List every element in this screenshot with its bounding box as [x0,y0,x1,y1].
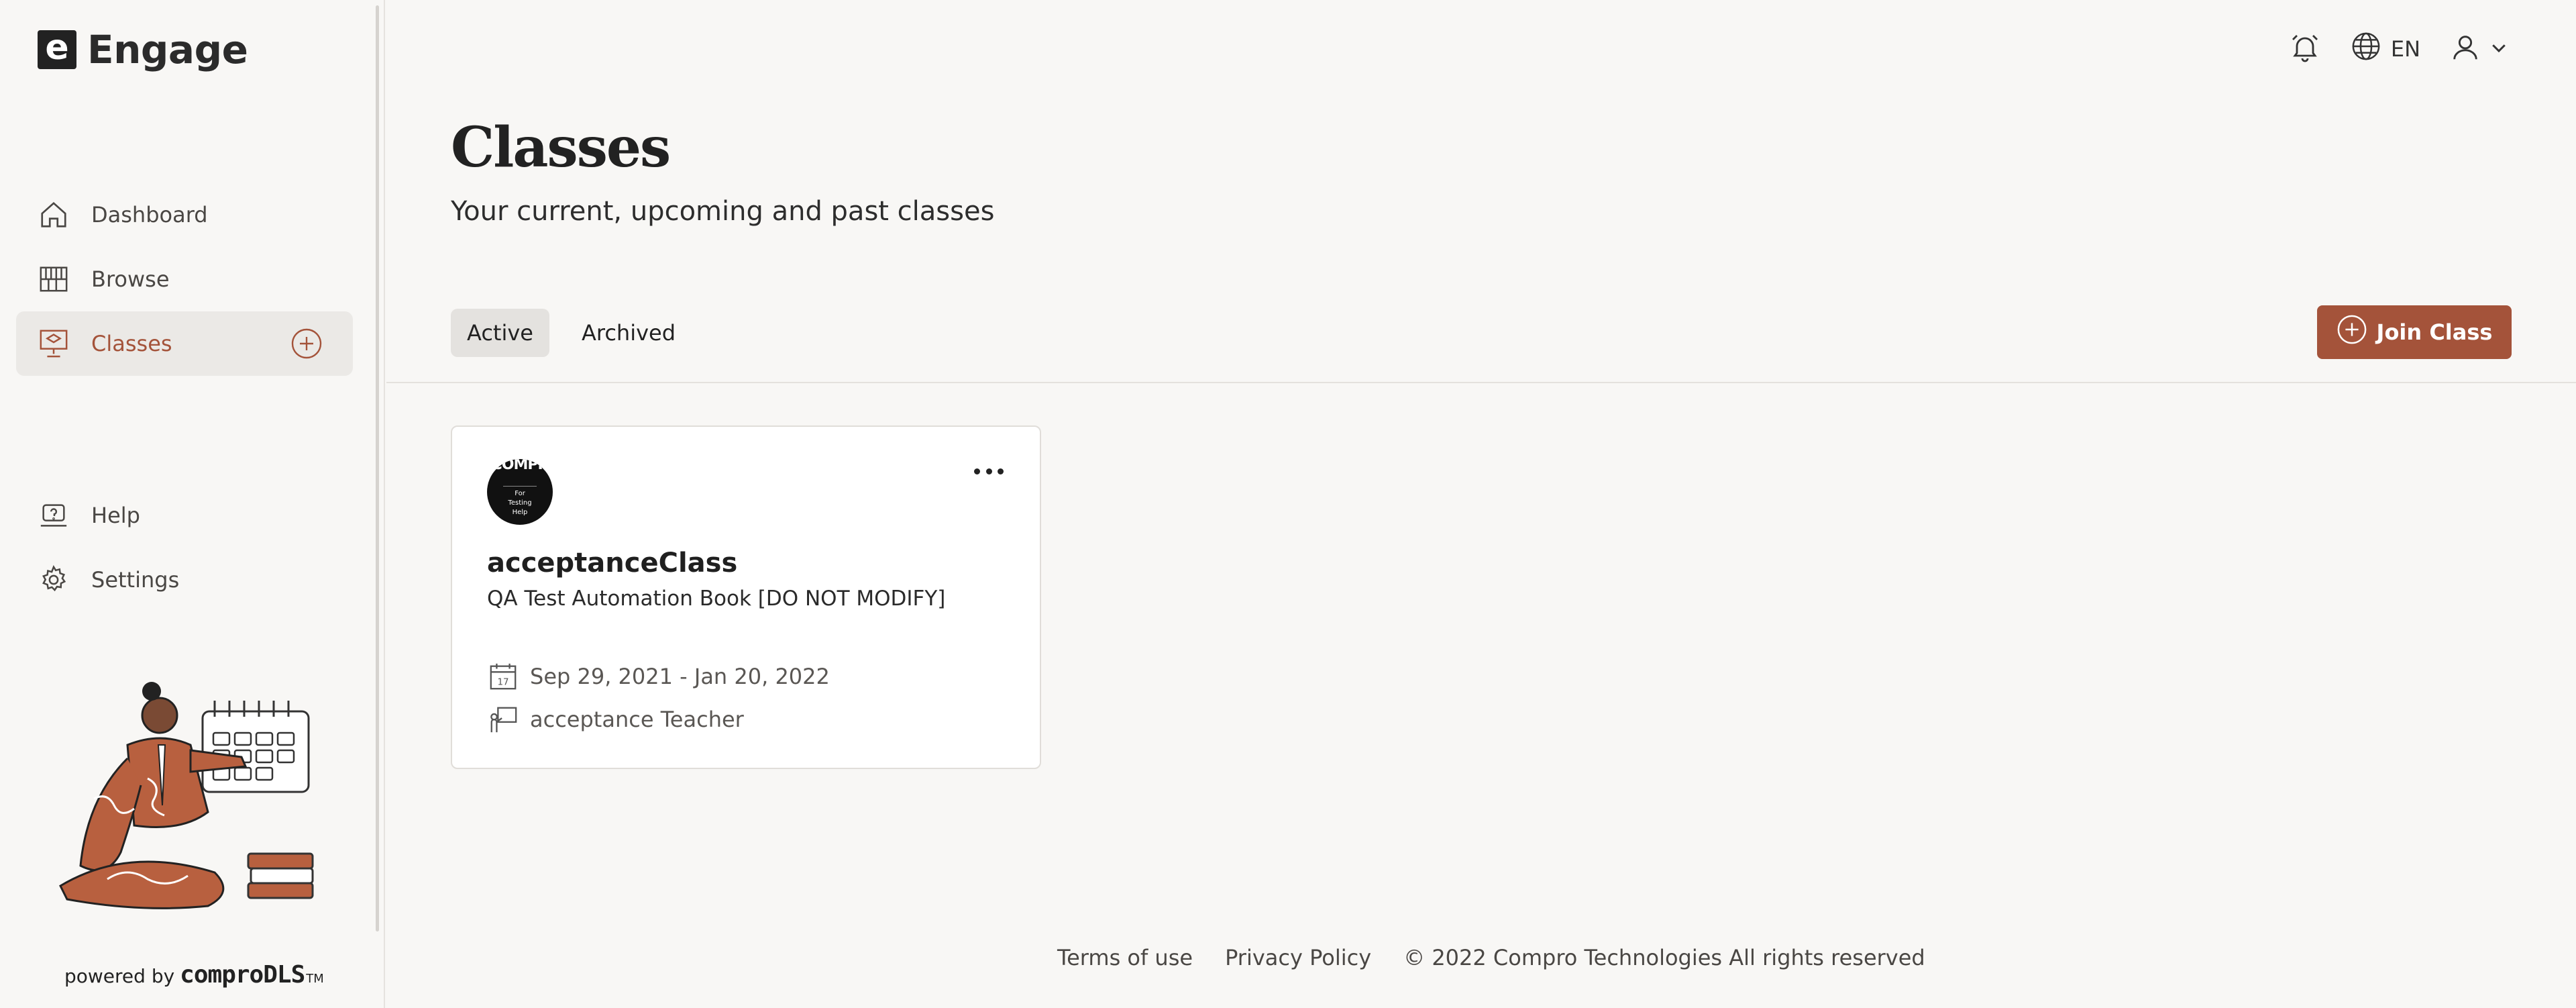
brand-logo-icon: e [38,30,76,69]
class-teacher: acceptance Teacher [487,703,744,736]
globe-icon [2351,31,2381,67]
bookshelf-icon [36,262,71,297]
app-root: e Engage Dashboard Browse Classes Help S… [0,0,2576,1008]
join-class-label: Join Class [2376,319,2493,345]
brand[interactable]: e Engage [38,27,248,72]
sidebar: e Engage Dashboard Browse Classes Help S… [0,0,385,1008]
class-card[interactable]: COMPR For Testing Help acceptanceClass Q… [451,425,1041,769]
more-options-icon[interactable] [974,463,1004,479]
sidebar-item-help[interactable]: Help [16,483,353,548]
classroom-icon [36,326,71,361]
class-title[interactable]: acceptanceClass [487,548,737,578]
powered-by-text: powered by [64,965,175,987]
brand-name: Engage [87,27,248,72]
sidebar-nav: Dashboard Browse Classes Help Settings [16,183,353,612]
user-menu[interactable] [2450,32,2509,66]
gear-icon [36,562,71,597]
copyright-text: © 2022 Compro Technologies All rights re… [1403,945,1925,970]
trademark-mark: TM [306,972,324,986]
sidebar-item-settings[interactable]: Settings [16,548,353,612]
tabs-divider [386,382,2576,383]
sidebar-item-dashboard[interactable]: Dashboard [16,183,353,247]
sidebar-item-label: Browse [91,266,170,292]
language-code: EN [2390,36,2420,62]
class-avatar: COMPR For Testing Help [487,459,553,525]
sidebar-item-classes[interactable]: Classes [16,311,353,376]
compro-dls-logo: comproDLS [180,961,305,989]
class-avatar-subtext: For Testing Help [503,486,537,517]
sidebar-item-label: Dashboard [91,202,208,228]
sidebar-item-label: Settings [91,567,180,593]
teacher-calendar-illustration [59,682,314,909]
page-footer: Terms of use Privacy Policy © 2022 Compr… [1057,945,1925,970]
sidebar-item-label: Help [91,503,140,528]
page-subtitle: Your current, upcoming and past classes [451,196,995,227]
calendar-icon: 17 [487,660,519,693]
chevron-down-icon [2489,38,2509,60]
tab-archived[interactable]: Archived [566,309,692,357]
sidebar-scrollbar[interactable] [376,5,379,931]
sidebar-item-browse[interactable]: Browse [16,247,353,311]
join-class-button[interactable]: Join Class [2317,305,2512,359]
language-selector[interactable]: EN [2351,31,2420,67]
help-icon [36,498,71,533]
user-icon [2450,32,2481,66]
notification-bell-icon[interactable] [2289,32,2321,66]
sidebar-item-label: Classes [91,331,172,356]
class-tabs: Active Archived [451,309,692,357]
class-dates-text: Sep 29, 2021 - Jan 20, 2022 [530,664,830,689]
class-book: QA Test Automation Book [DO NOT MODIFY] [487,587,946,611]
terms-link[interactable]: Terms of use [1057,945,1193,970]
teacher-icon [487,703,519,736]
topbar: EN [2289,31,2509,67]
class-avatar-text: COMPR [491,459,549,473]
privacy-link[interactable]: Privacy Policy [1225,945,1371,970]
add-class-button[interactable] [290,327,323,360]
plus-circle-icon [2337,314,2367,350]
svg-text:17: 17 [497,677,508,687]
tab-active[interactable]: Active [451,309,549,357]
powered-by: powered by comproDLS TM [64,961,324,989]
page-title: Classes [451,115,671,180]
class-teacher-text: acceptance Teacher [530,707,744,732]
class-dates: 17 Sep 29, 2021 - Jan 20, 2022 [487,660,830,693]
home-icon [36,197,71,232]
